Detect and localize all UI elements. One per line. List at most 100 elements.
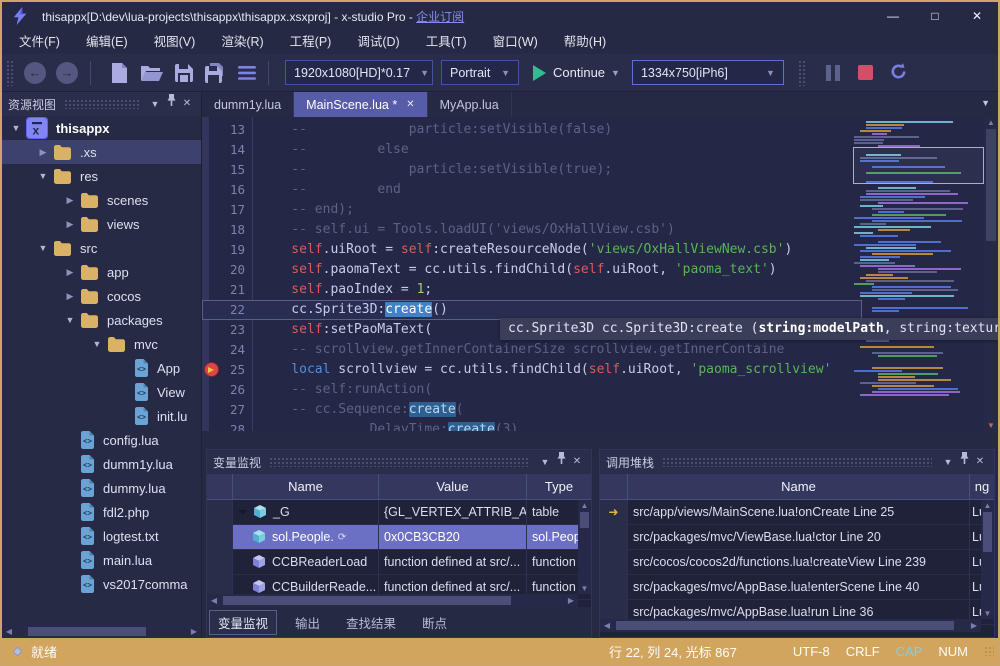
column-name[interactable]: Name [628, 474, 970, 499]
panel-drag-handle[interactable] [269, 457, 529, 467]
scroll-down-icon[interactable]: ▼ [578, 584, 591, 593]
callstack-row-3[interactable]: src/packages/mvc/AppBase.lua!enterScene … [600, 575, 994, 600]
editor-tab-dumm1y-lua[interactable]: dumm1y.lua [202, 92, 294, 117]
orientation-select[interactable]: Portrait▼ [441, 60, 519, 85]
status-encoding[interactable]: UTF-8 [793, 644, 830, 659]
tree-collapsed-icon[interactable]: ▶ [60, 267, 80, 278]
scrollbar-thumb[interactable] [580, 512, 589, 528]
menu-item-4[interactable]: 工程(P) [277, 30, 345, 54]
code-line-22[interactable]: 22 cc.Sprite3D:create() [202, 300, 862, 320]
editor-tab-MyApp-lua[interactable]: MyApp.lua [428, 92, 512, 117]
tree-item-fdl2.php[interactable]: <>fdl2.php [2, 500, 201, 524]
scroll-left-icon[interactable]: ◀ [2, 627, 16, 636]
column-name[interactable]: Name [233, 474, 379, 499]
minimize-button[interactable]: — [872, 2, 914, 30]
panel-tab-1[interactable]: 输出 [287, 611, 328, 634]
subscription-link[interactable]: 企业订阅 [416, 10, 464, 24]
column-lang[interactable]: ng [970, 474, 994, 499]
menu-item-7[interactable]: 窗口(W) [480, 30, 551, 54]
menu-item-5[interactable]: 调试(D) [344, 30, 412, 54]
stop-button[interactable] [858, 65, 873, 80]
watch-horizontal-scrollbar[interactable]: ◀ ▶ [207, 594, 578, 607]
sidebar-horizontal-scrollbar[interactable]: ◀ ▶ [2, 624, 201, 638]
tree-item-res[interactable]: ▼res [2, 164, 201, 188]
tree-item-vs2017comma[interactable]: <>vs2017comma [2, 572, 201, 596]
tree-expanded-icon[interactable]: ▼ [6, 123, 26, 133]
save-all-button[interactable] [205, 63, 226, 83]
navigate-back-button[interactable]: ← [24, 62, 46, 84]
tree-item-.xs[interactable]: ▶.xs [2, 140, 201, 164]
tree-item-init.lu[interactable]: <>init.lu [2, 404, 201, 428]
tree-collapsed-icon[interactable]: ▶ [60, 291, 80, 302]
tree-item-views[interactable]: ▶views [2, 212, 201, 236]
close-icon[interactable]: ✕ [569, 450, 585, 474]
tree-item-app[interactable]: ▶app [2, 260, 201, 284]
minimap-viewport[interactable] [853, 147, 984, 184]
navigate-forward-button[interactable]: → [56, 62, 78, 84]
tree-expanded-icon[interactable]: ▼ [33, 243, 53, 253]
run-options-dropdown-icon[interactable]: ▼ [611, 68, 620, 78]
menu-item-8[interactable]: 帮助(H) [551, 30, 619, 54]
panel-tab-0[interactable]: 变量监视 [209, 610, 277, 635]
scroll-up-icon[interactable]: ▲ [984, 118, 998, 127]
tree-expanded-icon[interactable]: ▼ [87, 339, 107, 349]
scroll-up-icon[interactable]: ▲ [981, 501, 994, 510]
panel-menu-icon[interactable]: ▼ [537, 450, 553, 474]
callstack-horizontal-scrollbar[interactable]: ◀ ▶ [600, 619, 981, 632]
menu-item-0[interactable]: 文件(F) [6, 30, 73, 54]
open-folder-button[interactable] [140, 64, 163, 82]
menu-item-3[interactable]: 渲染(R) [208, 30, 276, 54]
close-icon[interactable]: ✕ [406, 99, 414, 110]
pin-icon[interactable] [163, 92, 179, 116]
callstack-row-1[interactable]: src/packages/mvc/ViewBase.lua!ctor Line … [600, 525, 994, 550]
panel-drag-handle[interactable] [662, 457, 932, 467]
callstack-row-2[interactable]: src/cocos/cocos2d/functions.lua!createVi… [600, 550, 994, 575]
tree-item-config.lua[interactable]: <>config.lua [2, 428, 201, 452]
pin-icon[interactable] [956, 450, 972, 474]
scrollbar-thumb[interactable] [616, 621, 954, 630]
tab-list-dropdown-icon[interactable]: ▼ [981, 98, 990, 108]
tree-item-View[interactable]: <>View [2, 380, 201, 404]
maximize-button[interactable]: □ [914, 2, 956, 30]
toolbar-grip[interactable] [6, 60, 14, 86]
scroll-down-icon[interactable]: ▼ [981, 609, 994, 618]
continue-button[interactable]: Continue [553, 65, 605, 80]
tree-item-App[interactable]: <>App [2, 356, 201, 380]
watch-row-1[interactable]: sol.People.⟳0x0CB3CB20sol.Peopl [207, 525, 591, 550]
watch-row-2[interactable]: CCBReaderLoadfunction defined at src/...… [207, 550, 591, 575]
tree-item-main.lua[interactable]: <>main.lua [2, 548, 201, 572]
tree-item-cocos[interactable]: ▶cocos [2, 284, 201, 308]
panel-menu-icon[interactable]: ▼ [147, 92, 163, 116]
scrollbar-thumb[interactable] [223, 596, 511, 605]
close-button[interactable]: ✕ [956, 2, 998, 30]
device-select[interactable]: 1334x750[iPh6]▼ [632, 60, 784, 85]
tree-item-dummy.lua[interactable]: <>dummy.lua [2, 476, 201, 500]
expanded-icon[interactable] [238, 510, 248, 515]
panel-menu-icon[interactable]: ▼ [940, 450, 956, 474]
scrollbar-thumb[interactable] [986, 129, 996, 241]
editor-tab-MainScene-lua-[interactable]: MainScene.lua *✕ [294, 92, 427, 117]
tree-collapsed-icon[interactable]: ▶ [60, 219, 80, 230]
new-file-button[interactable] [111, 63, 128, 83]
save-button[interactable] [175, 64, 193, 82]
panel-drag-handle[interactable] [64, 99, 139, 109]
scroll-right-icon[interactable]: ▶ [187, 627, 201, 636]
tree-expanded-icon[interactable]: ▼ [60, 315, 80, 325]
tree-item-logtest.txt[interactable]: <>logtest.txt [2, 524, 201, 548]
panel-tab-3[interactable]: 断点 [414, 611, 455, 634]
resize-grip[interactable] [984, 646, 994, 656]
panel-tab-2[interactable]: 查找结果 [338, 611, 404, 634]
tree-item-scenes[interactable]: ▶scenes [2, 188, 201, 212]
callstack-row-0[interactable]: ➜src/app/views/MainScene.lua!onCreate Li… [600, 500, 994, 525]
menu-item-1[interactable]: 编辑(E) [73, 30, 141, 54]
scroll-down-icon[interactable]: ▼ [984, 421, 998, 430]
tree-collapsed-icon[interactable]: ▶ [60, 195, 80, 206]
tree-item-mvc[interactable]: ▼mvc [2, 332, 201, 356]
continue-run-icon[interactable] [533, 65, 546, 81]
scroll-left-icon[interactable]: ◀ [207, 596, 221, 605]
tree-item-src[interactable]: ▼src [2, 236, 201, 260]
pause-button[interactable] [826, 65, 840, 81]
scroll-right-icon[interactable]: ▶ [564, 596, 578, 605]
scrollbar-thumb[interactable] [983, 512, 992, 552]
menu-item-6[interactable]: 工具(T) [413, 30, 480, 54]
